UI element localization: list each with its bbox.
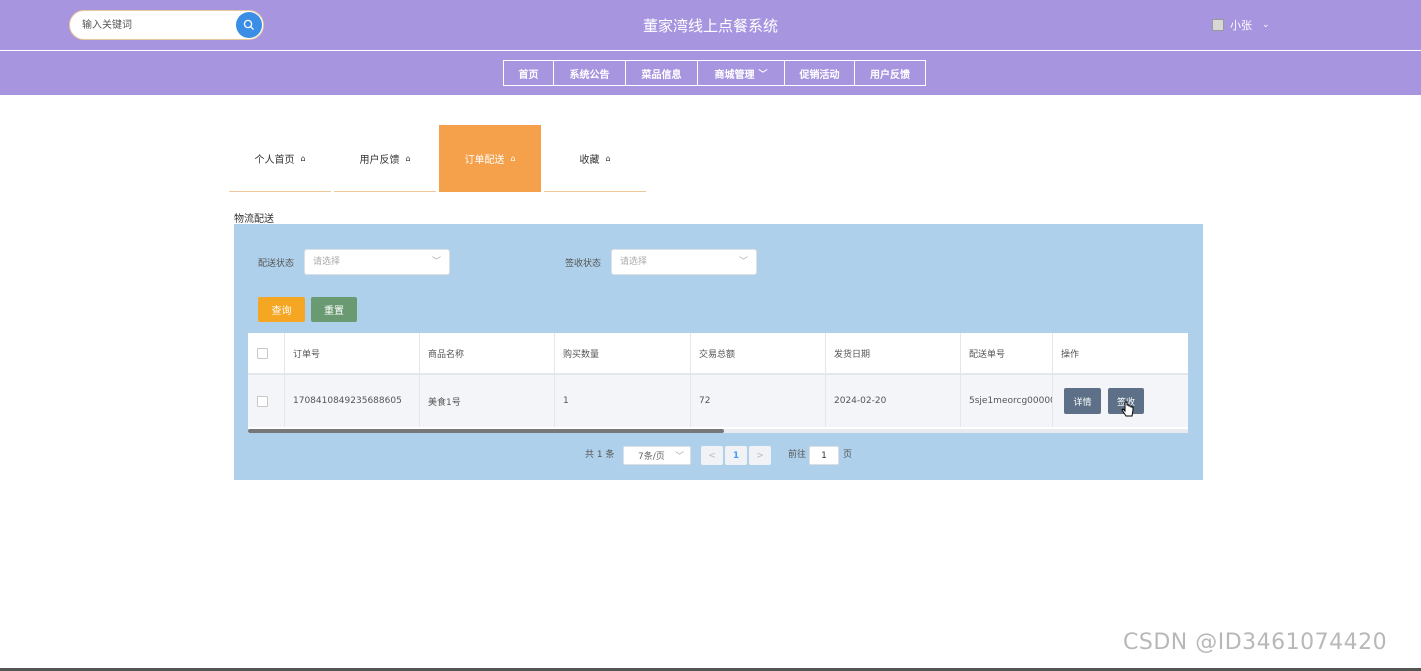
nav-label: 首页 (518, 69, 539, 81)
cell-total: 72 (691, 375, 826, 427)
page-size-select[interactable]: 7条/页 ﹀ (623, 446, 691, 465)
home-icon: ⌂ (510, 154, 516, 163)
pagination-total: 共 1 条 (585, 450, 615, 460)
select-placeholder: 请选择 (620, 257, 648, 267)
nav-label: 系统公告 (569, 69, 610, 81)
col-header-qty: 购买数量 (555, 333, 691, 373)
hand-cursor-icon (1121, 401, 1134, 417)
tab-label: 个人首页 (254, 154, 295, 166)
col-header-delivery-no: 配送单号 (961, 333, 1053, 373)
col-header-actions: 操作 (1061, 349, 1080, 360)
prev-page-button[interactable]: < (701, 446, 723, 465)
next-page-button[interactable]: > (749, 446, 771, 465)
tab-personal-home[interactable]: 个人首页 ⌂ (229, 125, 331, 192)
col-header-product: 商品名称 (420, 333, 555, 373)
cell-delivery-no: 5sje1meorcg00000 (961, 375, 1053, 427)
cell-qty: 1 (555, 375, 691, 427)
row-select-cell (248, 375, 285, 427)
receipt-status-select[interactable]: 请选择 ﹀ (611, 249, 757, 275)
detail-button[interactable]: 详情 (1064, 388, 1101, 414)
row-checkbox[interactable] (257, 395, 268, 407)
watermark: CSDN @ID3461074420 (1123, 630, 1388, 655)
cell-product: 美食1号 (420, 375, 555, 427)
top-header: 董家湾线上点餐系统 小张 ⌄ (0, 0, 1421, 50)
nav-item-mall-management[interactable]: 商城管理 ﹀ (697, 60, 785, 86)
chevron-down-icon: ﹀ (758, 69, 768, 80)
col-header-total: 交易总额 (691, 333, 826, 373)
chevron-down-icon: ﹀ (674, 452, 684, 462)
col-header-ship-date: 发货日期 (826, 333, 961, 373)
nav-label: 用户反馈 (870, 69, 910, 81)
site-title: 董家湾线上点餐系统 (642, 17, 778, 35)
cell-order-no: 1708410849235688605 (285, 375, 420, 427)
scrollbar-thumb[interactable] (248, 429, 724, 433)
home-icon: ⌂ (405, 153, 411, 163)
nav-item-promotions[interactable]: 促销活动 (784, 60, 855, 86)
home-icon: ⌂ (300, 153, 306, 163)
delivery-panel: 配送状态 请选择 ﹀ 签收状态 请选择 ﹀ 查询 重置 订单号 商品名称 购买数… (234, 224, 1203, 480)
tab-user-feedback[interactable]: 用户反馈 ⌂ (334, 125, 436, 192)
page-number-current[interactable]: 1 (725, 446, 747, 465)
tab-favorites[interactable]: 收藏 ⌂ (544, 125, 646, 192)
tab-label: 订单配送 (464, 155, 505, 166)
page-size-value: 7条/页 (638, 452, 665, 462)
page-suffix: 页 (843, 450, 853, 460)
section-title: 物流配送 (234, 214, 274, 225)
receipt-status-label: 签收状态 (565, 259, 602, 269)
username: 小张 (1230, 19, 1252, 32)
nav-label: 菜品信息 (641, 69, 682, 81)
select-placeholder: 请选择 (313, 257, 341, 267)
chevron-down-icon: ﹀ (431, 257, 441, 267)
cell-ship-date: 2024-02-20 (826, 375, 961, 427)
orders-table: 订单号 商品名称 购买数量 交易总额 发货日期 配送单号 操作 17084108… (248, 333, 1188, 431)
home-icon: ⌂ (605, 153, 611, 163)
user-menu[interactable]: 小张 ⌄ (1212, 17, 1270, 33)
chevron-down-icon: ⌄ (1262, 20, 1270, 30)
nav-item-feedback[interactable]: 用户反馈 (854, 60, 926, 86)
nav-item-announcements[interactable]: 系统公告 (553, 60, 626, 86)
chevron-down-icon: ﹀ (738, 257, 748, 267)
select-all-checkbox[interactable] (257, 347, 268, 359)
tab-label: 用户反馈 (359, 154, 400, 166)
goto-page-input[interactable]: 1 (809, 446, 839, 465)
nav-label: 商城管理 (714, 69, 755, 81)
nav-item-dishes[interactable]: 菜品信息 (625, 60, 698, 86)
goto-label: 前往 (788, 450, 807, 460)
nav-label: 促销活动 (799, 69, 840, 81)
nav-item-home[interactable]: 首页 (503, 60, 554, 86)
horizontal-scrollbar[interactable] (248, 429, 1188, 433)
query-button[interactable]: 查询 (258, 297, 305, 322)
select-all-cell (248, 333, 285, 373)
main-nav: 首页 系统公告 菜品信息 商城管理 ﹀ 促销活动 用户反馈 (0, 51, 1421, 95)
col-header-order-no: 订单号 (285, 333, 420, 373)
reset-button[interactable]: 重置 (311, 297, 357, 322)
avatar (1212, 19, 1224, 31)
tab-order-delivery[interactable]: 订单配送 ⌂ (439, 125, 541, 192)
delivery-status-label: 配送状态 (258, 259, 295, 269)
tab-label: 收藏 (579, 154, 600, 166)
delivery-status-select[interactable]: 请选择 ﹀ (304, 249, 450, 275)
